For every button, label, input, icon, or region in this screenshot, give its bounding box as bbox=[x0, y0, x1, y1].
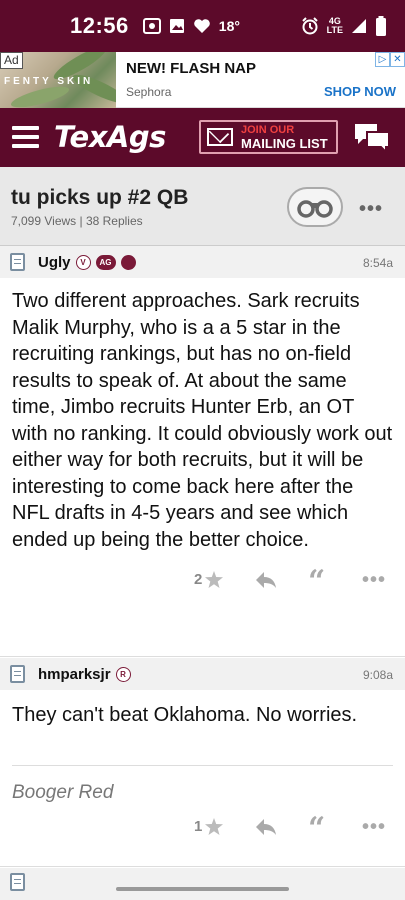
mailing-list-label: MAILING LIST bbox=[241, 136, 328, 151]
ad-banner[interactable]: FENTY SKIN Ad NEW! FLASH NAP Sephora SHO… bbox=[0, 52, 405, 108]
network-line-2: LTE bbox=[326, 25, 343, 35]
watch-thread-button[interactable] bbox=[287, 187, 343, 227]
ad-title[interactable]: NEW! FLASH NAP bbox=[126, 60, 256, 77]
user-emblem-icon bbox=[120, 254, 136, 270]
post-body: Two different approaches. Sark recruits … bbox=[12, 290, 393, 551]
thread-meta: 7,099 Views | 38 Replies bbox=[11, 214, 143, 228]
post-item: hmparksjr R 9:08a They can't beat Oklaho… bbox=[0, 658, 405, 848]
ad-label: Ad bbox=[0, 52, 23, 69]
star-icon bbox=[205, 817, 224, 835]
ad-close-icon[interactable]: ✕ bbox=[390, 52, 405, 67]
quote-icon[interactable]: “ bbox=[308, 813, 325, 844]
rating-count: 1 bbox=[194, 817, 203, 835]
status-temperature: 18° bbox=[218, 18, 240, 34]
star-icon bbox=[205, 571, 224, 588]
thread-header: tu picks up #2 QB 7,099 Views | 38 Repli… bbox=[0, 167, 405, 246]
post-username[interactable]: hmparksjr bbox=[38, 666, 111, 683]
alarm-icon bbox=[301, 17, 318, 35]
envelope-icon bbox=[207, 128, 233, 146]
post-document-icon[interactable] bbox=[10, 253, 25, 271]
post-username[interactable]: Ugly bbox=[38, 254, 71, 271]
post-more-icon[interactable]: ••• bbox=[362, 816, 386, 839]
user-badge-ag: AG bbox=[95, 254, 116, 270]
post-divider bbox=[0, 866, 405, 867]
post-signature: Booger Red bbox=[12, 781, 114, 803]
reply-icon[interactable] bbox=[255, 818, 277, 836]
ad-image[interactable]: FENTY SKIN Ad bbox=[0, 52, 116, 108]
binoculars-icon bbox=[297, 200, 333, 218]
rate-button[interactable]: 1 bbox=[194, 817, 224, 835]
post-item: Ugly V AG 8:54a Two different approaches… bbox=[0, 246, 405, 601]
post-header: Ugly V AG 8:54a bbox=[0, 246, 405, 278]
next-post-header-partial bbox=[0, 868, 405, 900]
post-more-icon[interactable]: ••• bbox=[362, 569, 386, 592]
site-header: TexAgs JOIN OUR MAILING LIST bbox=[0, 108, 405, 167]
ad-info-icon[interactable]: ▷ bbox=[375, 52, 390, 67]
rating-count: 2 bbox=[194, 571, 203, 588]
ad-controls: ▷ ✕ bbox=[375, 52, 405, 67]
ad-shop-now-button[interactable]: SHOP NOW bbox=[324, 84, 396, 99]
post-document-icon[interactable] bbox=[10, 665, 25, 683]
site-logo[interactable]: TexAgs bbox=[54, 120, 166, 154]
post-actions: 1 “ ••• bbox=[0, 808, 405, 848]
image-icon bbox=[169, 19, 184, 33]
mailing-list-button[interactable]: JOIN OUR MAILING LIST bbox=[199, 120, 338, 154]
status-bar: 12:56 18° 4G LTE bbox=[0, 0, 405, 52]
rate-button[interactable]: 2 bbox=[194, 571, 224, 588]
gesture-nav-bar[interactable] bbox=[116, 887, 289, 891]
reply-icon[interactable] bbox=[255, 571, 277, 589]
battery-icon bbox=[376, 16, 386, 36]
post-actions: 2 “ ••• bbox=[0, 561, 405, 601]
thread-title: tu picks up #2 QB bbox=[11, 186, 189, 209]
quote-icon[interactable]: “ bbox=[308, 567, 325, 597]
mailing-list-text: JOIN OUR MAILING LIST bbox=[241, 124, 328, 150]
status-system-icons: 4G LTE bbox=[301, 16, 387, 36]
post-divider bbox=[0, 656, 405, 657]
thread-more-icon[interactable]: ••• bbox=[359, 198, 383, 221]
post-time: 8:54a bbox=[362, 256, 393, 270]
ad-source: Sephora bbox=[126, 85, 172, 99]
user-badge-r: R bbox=[115, 666, 131, 682]
status-time: 12:56 bbox=[70, 13, 129, 38]
status-notification-icons: 18° bbox=[142, 18, 240, 34]
user-badge-v: V bbox=[75, 254, 91, 270]
signal-icon bbox=[352, 19, 366, 33]
hamburger-menu-icon[interactable] bbox=[12, 126, 39, 148]
chat-bubbles-icon[interactable] bbox=[353, 121, 391, 153]
ad-brand-text: FENTY SKIN bbox=[4, 76, 94, 87]
post-document-icon[interactable] bbox=[10, 873, 25, 891]
post-time: 9:08a bbox=[362, 668, 393, 682]
screenshot-icon bbox=[142, 18, 161, 34]
network-type: 4G LTE bbox=[327, 17, 343, 35]
post-body: They can't beat Oklahoma. No worries. bbox=[12, 704, 358, 726]
post-header: hmparksjr R 9:08a bbox=[0, 658, 405, 690]
heart-icon bbox=[193, 19, 210, 33]
